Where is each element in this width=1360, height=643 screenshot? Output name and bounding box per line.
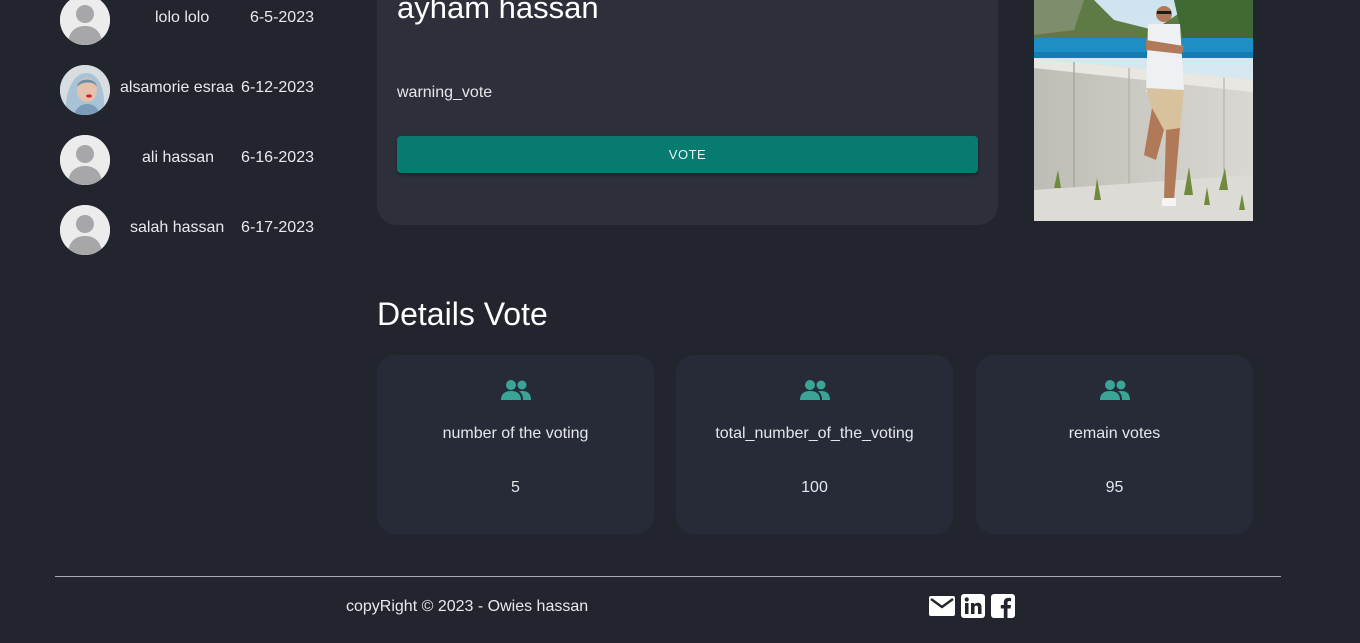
page: lolo lolo 6-5-2023 alsamorie esraa 6-12-… bbox=[0, 0, 1360, 643]
linkedin-icon[interactable] bbox=[961, 594, 985, 618]
stat-value: 95 bbox=[1105, 479, 1124, 496]
vote-button[interactable]: VOTE bbox=[397, 136, 978, 173]
stat-label: remain votes bbox=[1068, 425, 1161, 442]
stat-label: total_number_of_the_voting bbox=[715, 425, 914, 442]
voter-date: 6-12-2023 bbox=[241, 79, 314, 96]
warning-text: warning_vote bbox=[397, 84, 493, 101]
voter-item[interactable]: alsamorie esraa 6-12-2023 bbox=[60, 65, 320, 115]
default-avatar-icon bbox=[60, 205, 110, 255]
voter-name: lolo lolo bbox=[155, 9, 210, 26]
voter-item[interactable]: salah hassan 6-17-2023 bbox=[60, 205, 320, 255]
copyright-text: copyRight © 2023 - Owies hassan bbox=[346, 598, 589, 615]
voter-date: 6-5-2023 bbox=[249, 9, 314, 26]
stat-card-remain: remain votes 95 bbox=[976, 355, 1253, 534]
voter-item[interactable]: ali hassan 6-16-2023 bbox=[60, 135, 320, 185]
stat-value: 100 bbox=[801, 479, 828, 496]
default-avatar-icon bbox=[60, 135, 110, 185]
voter-name: salah hassan bbox=[130, 219, 225, 236]
voter-name: alsamorie esraa bbox=[120, 79, 234, 96]
stat-label: number of the voting bbox=[442, 425, 589, 442]
stat-card-voting: number of the voting 5 bbox=[377, 355, 654, 534]
voter-name: ali hassan bbox=[142, 149, 215, 166]
voter-date: 6-16-2023 bbox=[241, 149, 314, 166]
group-icon bbox=[976, 379, 1253, 403]
facebook-icon[interactable] bbox=[991, 594, 1015, 618]
candidate-photo bbox=[1034, 0, 1253, 221]
group-icon bbox=[676, 379, 953, 403]
stat-card-total: total_number_of_the_voting 100 bbox=[676, 355, 953, 534]
email-icon[interactable] bbox=[929, 596, 955, 616]
default-avatar-icon bbox=[60, 0, 110, 45]
voter-item[interactable]: lolo lolo 6-5-2023 bbox=[60, 0, 320, 45]
candidate-name: ayham hassan bbox=[397, 0, 599, 25]
group-icon bbox=[377, 379, 654, 403]
details-title: Details Vote bbox=[377, 296, 548, 332]
social-links bbox=[929, 593, 1015, 619]
candidate-card: ayham hassan warning_vote VOTE bbox=[377, 0, 998, 225]
stat-value: 5 bbox=[511, 479, 520, 496]
footer-divider bbox=[55, 576, 1281, 577]
user-photo-avatar bbox=[60, 65, 110, 115]
voter-date: 6-17-2023 bbox=[241, 219, 314, 236]
